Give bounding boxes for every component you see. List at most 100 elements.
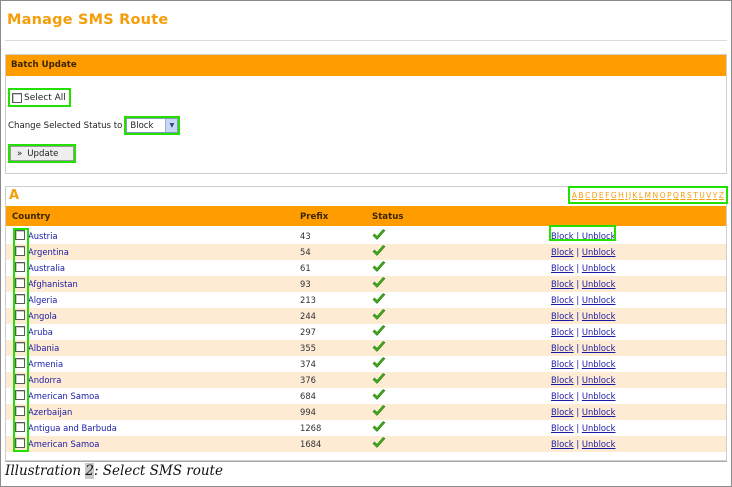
block-link[interactable]: Block: [551, 391, 574, 401]
select-all-label: Select All: [24, 92, 66, 103]
batch-update-panel: Batch Update Select All Change Selected …: [5, 54, 727, 174]
unblock-link[interactable]: Unblock: [582, 439, 616, 449]
block-link[interactable]: Block: [551, 359, 574, 369]
unblock-link[interactable]: Unblock: [582, 247, 616, 257]
block-link[interactable]: Block: [551, 311, 574, 321]
checkmark-icon: [372, 261, 386, 272]
block-link[interactable]: Block: [551, 263, 574, 273]
row-actions: Block | Unblock: [551, 279, 615, 289]
country-name[interactable]: Andorra: [28, 375, 61, 385]
unblock-link[interactable]: Unblock: [582, 295, 616, 305]
action-separator: |: [573, 439, 582, 449]
table-row: American Samoa 684 Block | Unblock: [6, 388, 726, 404]
block-link[interactable]: Block: [551, 279, 574, 289]
country-name[interactable]: Austria: [28, 231, 58, 241]
country-name[interactable]: Angola: [28, 311, 57, 321]
alphabet-link-z[interactable]: Z: [719, 191, 724, 200]
chevron-down-icon[interactable]: ▼: [165, 119, 178, 132]
alphabet-link-h[interactable]: H: [618, 191, 624, 200]
unblock-link[interactable]: Unblock: [582, 359, 616, 369]
figure-caption: Illustration 2: Select SMS route: [5, 463, 223, 479]
unblock-link[interactable]: Unblock: [582, 391, 616, 401]
alphabet-link-n[interactable]: N: [652, 191, 658, 200]
update-button[interactable]: » Update: [8, 144, 76, 163]
country-prefix: 994: [300, 407, 316, 417]
alphabet-link-b[interactable]: B: [578, 191, 583, 200]
table-row: Azerbaijan 994 Block | Unblock: [6, 404, 726, 420]
alphabet-link-m[interactable]: M: [645, 191, 652, 200]
alphabet-filter: ABCDEFGHIJKLMNOPQRSTUVYZ: [567, 186, 729, 204]
alphabet-link-q[interactable]: Q: [673, 191, 679, 200]
country-name[interactable]: Aruba: [28, 327, 53, 337]
alphabet-link-r[interactable]: R: [680, 191, 685, 200]
alphabet-link-i[interactable]: I: [625, 191, 627, 200]
status-select-value: Block: [130, 120, 154, 131]
alphabet-link-u[interactable]: U: [699, 191, 705, 200]
unblock-link[interactable]: Unblock: [582, 423, 616, 433]
alphabet-link-a[interactable]: A: [572, 191, 577, 200]
block-link[interactable]: Block: [551, 439, 574, 449]
status-select[interactable]: Block ▼: [124, 116, 181, 135]
block-link[interactable]: Block: [551, 247, 574, 257]
alphabet-link-e[interactable]: E: [599, 191, 604, 200]
column-header-status: Status: [372, 212, 404, 222]
unblock-link[interactable]: Unblock: [582, 407, 616, 417]
row-actions: Block | Unblock: [551, 407, 615, 417]
select-all-checkbox[interactable]: Select All: [8, 88, 71, 107]
alphabet-link-d[interactable]: D: [592, 191, 598, 200]
block-link[interactable]: Block: [551, 343, 574, 353]
alphabet-link-p[interactable]: P: [667, 191, 672, 200]
alphabet-link-j[interactable]: J: [629, 191, 631, 200]
unblock-link[interactable]: Unblock: [582, 327, 616, 337]
checkmark-icon: [372, 229, 386, 240]
unblock-link[interactable]: Unblock: [582, 375, 616, 385]
table-row: Aruba 297 Block | Unblock: [6, 324, 726, 340]
alphabet-link-c[interactable]: C: [585, 191, 590, 200]
country-name[interactable]: Armenia: [28, 359, 63, 369]
checkmark-icon: [372, 357, 386, 368]
unblock-link[interactable]: Unblock: [582, 343, 616, 353]
alphabet-link-f[interactable]: F: [605, 191, 609, 200]
block-link[interactable]: Block: [551, 327, 574, 337]
alphabet-link-s[interactable]: S: [687, 191, 692, 200]
action-separator: |: [573, 263, 582, 273]
alphabet-link-l[interactable]: L: [639, 191, 643, 200]
alphabet-link-y[interactable]: Y: [713, 191, 718, 200]
unblock-link[interactable]: Unblock: [582, 263, 616, 273]
table-row: Algeria 213 Block | Unblock: [6, 292, 726, 308]
country-name[interactable]: Algeria: [28, 295, 57, 305]
country-prefix: 355: [300, 343, 316, 353]
alphabet-link-g[interactable]: G: [611, 191, 617, 200]
block-link[interactable]: Block: [551, 407, 574, 417]
alphabet-link-o[interactable]: O: [660, 191, 666, 200]
country-prefix: 297: [300, 327, 316, 337]
row-actions: Block | Unblock: [551, 423, 615, 433]
alphabet-link-v[interactable]: V: [706, 191, 711, 200]
country-name[interactable]: Argentina: [28, 247, 69, 257]
block-link[interactable]: Block: [551, 295, 574, 305]
alphabet-link-t[interactable]: T: [693, 191, 698, 200]
unblock-link[interactable]: Unblock: [582, 311, 616, 321]
checkbox-box[interactable]: [12, 92, 22, 103]
action-separator: |: [573, 327, 582, 337]
country-name[interactable]: Antigua and Barbuda: [28, 423, 117, 433]
table-row: Antigua and Barbuda 1268 Block | Unblock: [6, 420, 726, 436]
country-prefix: 54: [300, 247, 311, 257]
row-actions: Block | Unblock: [551, 375, 615, 385]
country-name[interactable]: Afghanistan: [28, 279, 78, 289]
country-name[interactable]: American Samoa: [28, 439, 99, 449]
alphabet-link-k[interactable]: K: [633, 191, 638, 200]
status-change-row: Change Selected Status to Block ▼: [8, 116, 181, 135]
country-name[interactable]: American Samoa: [28, 391, 99, 401]
country-name[interactable]: Albania: [28, 343, 59, 353]
block-link[interactable]: Block: [551, 375, 574, 385]
unblock-link[interactable]: Unblock: [582, 279, 616, 289]
country-prefix: 376: [300, 375, 316, 385]
checkmark-icon: [372, 325, 386, 336]
block-link[interactable]: Block: [551, 423, 574, 433]
row-actions: Block | Unblock: [551, 327, 615, 337]
country-name[interactable]: Azerbaijan: [28, 407, 72, 417]
country-name[interactable]: Australia: [28, 263, 65, 273]
table-header: Country Prefix Status: [6, 206, 726, 226]
checkmark-icon: [372, 277, 386, 288]
